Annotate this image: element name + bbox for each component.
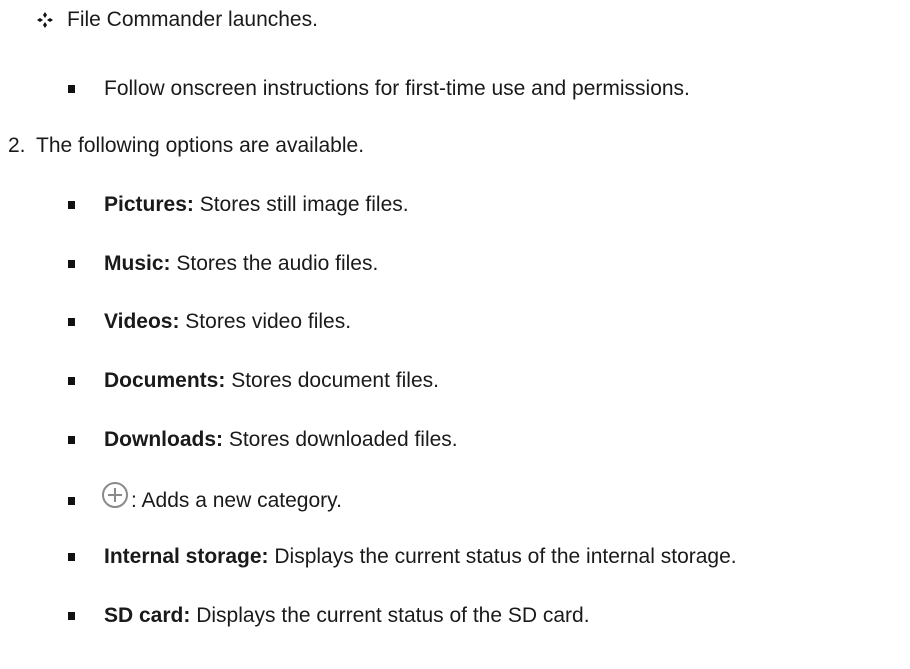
option-term: Internal storage: xyxy=(104,545,269,568)
step-number: 2. xyxy=(8,134,26,157)
option-desc: Stores video files. xyxy=(179,310,352,333)
option-term: Videos: xyxy=(104,310,180,333)
square-bullet-icon xyxy=(68,260,75,268)
option-desc: Stores document files. xyxy=(225,369,439,392)
square-bullet-icon xyxy=(68,612,75,620)
add-category-desc: : Adds a new category. xyxy=(131,489,342,512)
square-bullet-icon xyxy=(68,85,75,93)
option-desc: Stores downloaded files. xyxy=(223,428,458,451)
square-bullet-icon xyxy=(68,318,75,326)
square-bullet-icon xyxy=(68,377,75,385)
option-term: Pictures: xyxy=(104,193,194,216)
diamond-bullet-icon xyxy=(34,8,56,32)
square-bullet-icon xyxy=(68,201,75,209)
square-bullet-icon xyxy=(68,497,75,505)
option-term: SD card: xyxy=(104,604,191,627)
option-term: Documents: xyxy=(104,369,226,392)
step-2-text: The following options are available. xyxy=(36,134,365,157)
option-desc: Stores the audio files. xyxy=(170,252,379,275)
option-desc: Displays the current status of the inter… xyxy=(268,545,737,568)
option-desc: Displays the current status of the SD ca… xyxy=(190,604,590,627)
instruction-text: Follow onscreen instructions for first-t… xyxy=(104,77,690,100)
square-bullet-icon xyxy=(68,553,75,561)
square-bullet-icon xyxy=(68,436,75,444)
launch-result-text: File Commander launches. xyxy=(67,8,318,31)
option-desc: Stores still image files. xyxy=(193,193,409,216)
option-term: Music: xyxy=(104,252,171,275)
option-term: Downloads: xyxy=(104,428,223,451)
circle-plus-icon xyxy=(100,480,130,510)
